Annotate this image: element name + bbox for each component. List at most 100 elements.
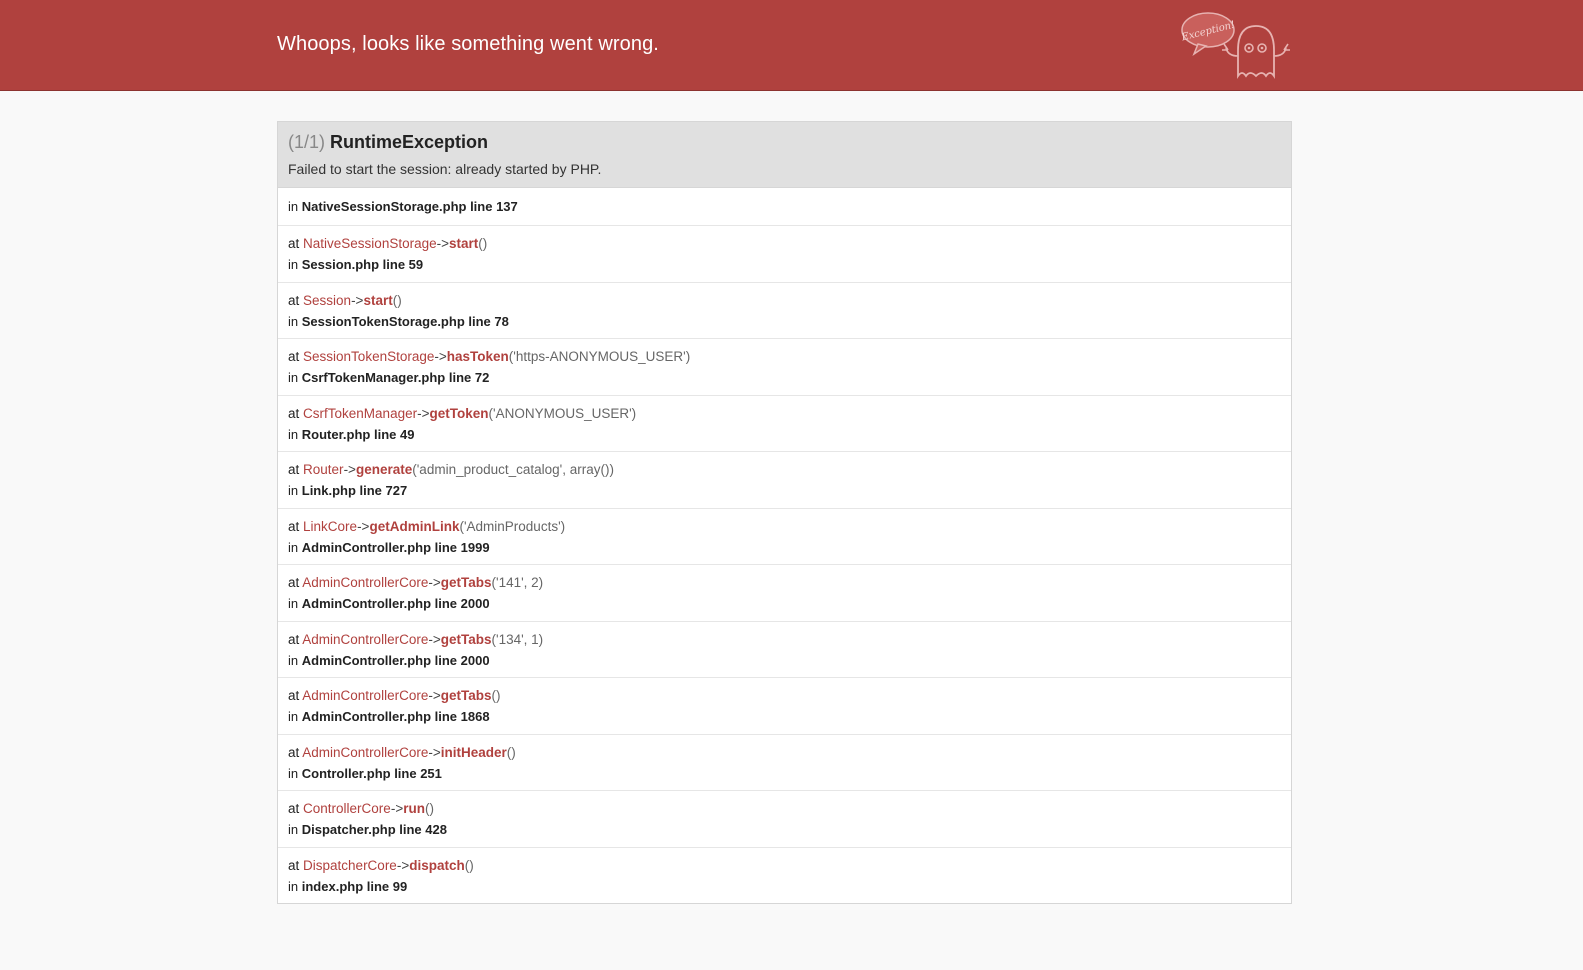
trace-class: LinkCore (303, 518, 358, 534)
page-title: Whoops, looks like something went wrong. (277, 33, 659, 55)
trace-arrow: -> (434, 349, 447, 364)
at-label: at (288, 292, 300, 308)
ghost-icon: Exception! (1180, 12, 1290, 79)
trace-method: getToken (429, 405, 489, 421)
error-header: Whoops, looks like something went wrong.… (0, 0, 1583, 91)
trace-file: AdminController.php line 1999 (301, 539, 490, 555)
trace-frame: at Router->generate('admin_product_catal… (278, 451, 1291, 508)
trace-frame: at AdminControllerCore->initHeader() in C… (278, 733, 1291, 791)
trace-class: ControllerCore (303, 801, 391, 816)
in-label: in (288, 199, 299, 214)
trace-method: start (363, 292, 393, 308)
trace-arrow: -> (428, 575, 441, 590)
at-label: at (288, 575, 300, 590)
trace-file: Controller.php line 251 (301, 765, 442, 781)
trace-arrow: -> (428, 744, 441, 760)
in-label: in (288, 596, 299, 611)
trace-arrow: -> (396, 857, 410, 873)
trace-args: () (478, 236, 488, 251)
in-label: in (288, 257, 299, 272)
trace-origin: in NativeSessionStorage.php line 137 (278, 188, 1291, 225)
trace-args: () (464, 857, 474, 873)
trace-class: Session (303, 292, 352, 308)
trace-method: hasToken (446, 349, 509, 364)
trace-args: ('https-ANONYMOUS_USER') (508, 349, 691, 364)
trace-arrow: -> (351, 292, 364, 308)
trace-frame: at Session->start() in SessionTokenStorag… (278, 281, 1291, 339)
stack-trace: in NativeSessionStorage.php line 137 at … (278, 188, 1291, 903)
in-label: in (288, 313, 299, 329)
trace-class: SessionTokenStorage (303, 349, 435, 364)
in-label: in (288, 539, 299, 555)
trace-class: NativeSessionStorage (303, 236, 437, 251)
trace-args: () (491, 688, 501, 703)
exception-summary: (1/1) RuntimeException Failed to start th… (278, 122, 1291, 188)
trace-frame: at AdminControllerCore->getTabs() in Admi… (278, 677, 1291, 734)
exception-message: Failed to start the session: already sta… (288, 161, 602, 177)
trace-method: getTabs (440, 631, 492, 647)
trace-method: getTabs (440, 688, 492, 703)
trace-args: () (424, 801, 434, 816)
at-label: at (288, 631, 300, 647)
exception-panel: (1/1) RuntimeException Failed to start th… (277, 121, 1292, 904)
trace-class: DispatcherCore (303, 857, 397, 873)
trace-arrow: -> (357, 518, 370, 534)
trace-method: run (403, 801, 425, 816)
exception-count: (1/1) (288, 132, 326, 152)
at-label: at (288, 744, 300, 760)
trace-args: () (506, 744, 516, 760)
trace-arrow: -> (428, 631, 441, 647)
trace-class: Router (303, 462, 344, 477)
trace-file: index.php line 99 (301, 878, 408, 894)
trace-arrow: -> (436, 236, 449, 251)
at-label: at (288, 349, 300, 364)
trace-frame: at NativeSessionStorage->start() in Sessi… (278, 225, 1291, 282)
at-label: at (288, 518, 300, 534)
trace-file: SessionTokenStorage.php line 78 (301, 313, 509, 329)
trace-class: AdminControllerCore (302, 688, 429, 703)
trace-method: dispatch (409, 857, 465, 873)
exception-class: RuntimeException (330, 132, 489, 152)
trace-frame: at AdminControllerCore->getTabs('141', 2… (278, 564, 1291, 621)
trace-arrow: -> (417, 405, 430, 421)
exception-title: (1/1) RuntimeException (288, 132, 488, 153)
trace-file: Link.php line 727 (301, 483, 408, 498)
in-label: in (288, 709, 299, 724)
trace-file: Session.php line 59 (301, 257, 424, 272)
trace-file: AdminController.php line 2000 (301, 652, 490, 668)
trace-frame: at LinkCore->getAdminLink('AdminProducts… (278, 507, 1291, 565)
at-label: at (288, 462, 300, 477)
trace-frame: at CsrfTokenManager->getToken('ANONYMOUS… (278, 394, 1291, 452)
trace-args: ('141', 2) (491, 575, 544, 590)
trace-frame: at SessionTokenStorage->hasToken('https-… (278, 338, 1291, 395)
in-label: in (288, 483, 299, 498)
trace-method: start (449, 236, 479, 251)
trace-class: AdminControllerCore (302, 744, 429, 760)
at-label: at (288, 236, 300, 251)
trace-frame: at AdminControllerCore->getTabs('134', 1… (278, 620, 1291, 678)
in-label: in (288, 878, 299, 894)
trace-args: () (392, 292, 402, 308)
trace-args: ('ANONYMOUS_USER') (488, 405, 637, 421)
trace-method: getTabs (440, 575, 492, 590)
trace-class: CsrfTokenManager (303, 405, 418, 421)
trace-args: ('admin_product_catalog', array()) (412, 462, 614, 477)
trace-args: ('AdminProducts') (459, 518, 566, 534)
at-label: at (288, 405, 300, 421)
in-label: in (288, 822, 299, 837)
in-label: in (288, 652, 299, 668)
trace-class: AdminControllerCore (302, 631, 429, 647)
trace-file: AdminController.php line 2000 (301, 596, 490, 611)
trace-method: getAdminLink (369, 518, 460, 534)
trace-file: NativeSessionStorage.php line 137 (301, 199, 518, 214)
trace-arrow: -> (343, 462, 356, 477)
trace-file: Dispatcher.php line 428 (301, 822, 447, 837)
trace-class: AdminControllerCore (302, 575, 429, 590)
trace-file: AdminController.php line 1868 (301, 709, 490, 724)
in-label: in (288, 370, 299, 385)
trace-arrow: -> (390, 801, 404, 816)
trace-method: generate (355, 462, 413, 477)
at-label: at (288, 801, 300, 816)
trace-frame: at ControllerCore->run() in Dispatcher.ph… (278, 790, 1291, 847)
trace-frame: at DispatcherCore->dispatch() in index.ph… (278, 846, 1291, 904)
